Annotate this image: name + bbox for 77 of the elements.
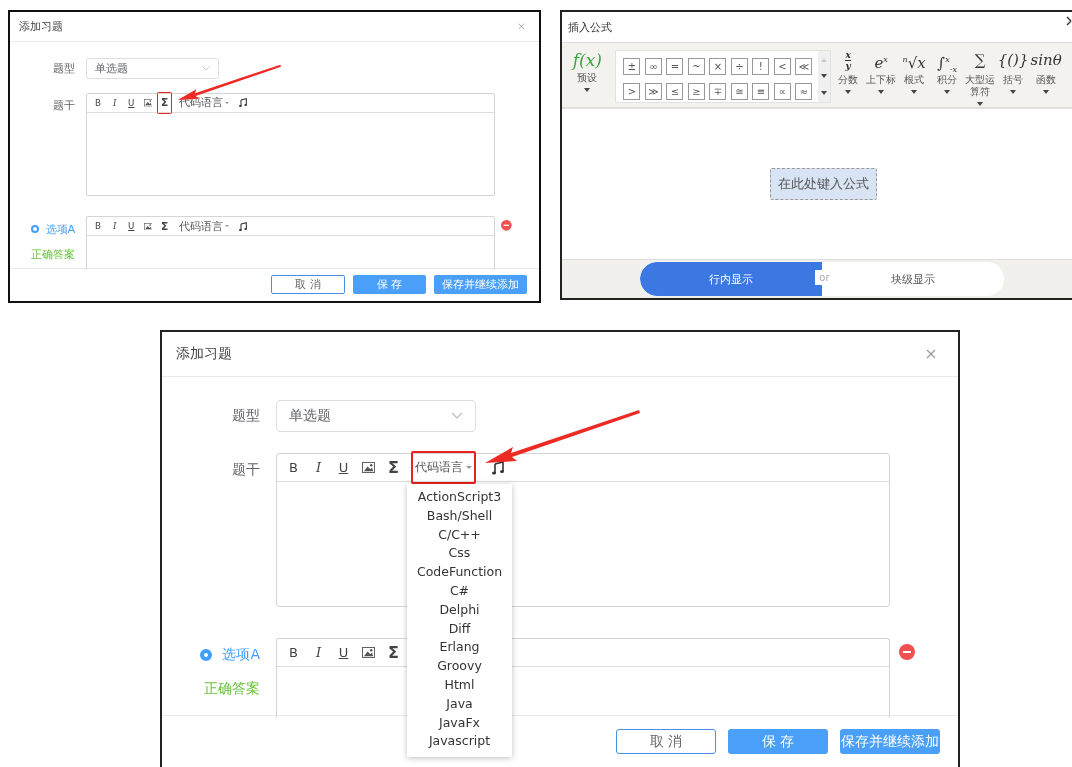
symbol-key[interactable]: ∓ bbox=[709, 82, 727, 100]
type-select[interactable]: 单选题 bbox=[276, 400, 476, 432]
symbol-key[interactable]: ≥ bbox=[687, 82, 705, 100]
symbol-key[interactable]: ~ bbox=[687, 58, 705, 75]
menu-item[interactable]: ActionScript3 bbox=[407, 488, 512, 507]
symbol-key[interactable]: ≪ bbox=[795, 58, 813, 75]
symbol-key[interactable]: ≤ bbox=[666, 82, 684, 100]
option-label: 选项A bbox=[222, 646, 260, 664]
menu-item[interactable]: Javascript bbox=[407, 732, 512, 752]
bold-button[interactable]: B bbox=[282, 641, 305, 664]
formula-category-button[interactable]: ∑ 大型运算符 bbox=[963, 50, 997, 106]
underline-button[interactable]: U bbox=[123, 95, 139, 111]
underline-button[interactable]: U bbox=[123, 218, 139, 234]
formula-category-button[interactable]: sinθ 函数 bbox=[1029, 50, 1063, 94]
italic-button[interactable]: I bbox=[106, 218, 123, 234]
remove-icon[interactable] bbox=[501, 220, 512, 231]
symbol-key[interactable]: ≅ bbox=[730, 82, 748, 100]
symbol-key[interactable]: < bbox=[773, 58, 791, 75]
formula-input-placeholder[interactable]: 在此处键入公式 bbox=[769, 168, 877, 200]
radio-button[interactable] bbox=[200, 649, 213, 661]
menu-item[interactable]: Erlang bbox=[407, 638, 512, 658]
field-label: 题干 bbox=[231, 461, 261, 479]
scroll-arrows-icon[interactable] bbox=[818, 51, 831, 102]
symbol-key[interactable]: ÷ bbox=[730, 58, 748, 75]
preset-button[interactable]: f(x) 预设 bbox=[565, 50, 610, 92]
formula-category-button[interactable]: {()} 括号 bbox=[996, 50, 1030, 94]
menu-item[interactable]: C/C++ bbox=[407, 525, 512, 545]
menu-item[interactable]: CodeFunction bbox=[407, 563, 512, 582]
italic-button[interactable]: I bbox=[307, 456, 330, 479]
symbol-key[interactable]: ! bbox=[752, 58, 770, 75]
type-select[interactable]: 单选题 bbox=[86, 57, 220, 79]
dialog-title: 插入公式 bbox=[568, 19, 613, 35]
symbol-key[interactable]: > bbox=[623, 82, 641, 100]
formula-category-button[interactable]: e$^{x}$ 上下标 bbox=[864, 50, 898, 94]
symbol-key[interactable]: = bbox=[666, 58, 684, 75]
rich-text-editor[interactable]: B I U Σ 代码语言 bbox=[86, 216, 496, 270]
formula-button[interactable]: Σ bbox=[156, 218, 173, 234]
close-icon[interactable] bbox=[1066, 16, 1072, 26]
formula-button[interactable]: Σ bbox=[382, 456, 405, 479]
symbol-key[interactable]: ∝ bbox=[773, 82, 791, 100]
menu-item[interactable]: Java bbox=[407, 694, 512, 714]
cancel-button[interactable]: 取 消 bbox=[616, 729, 716, 754]
italic-button[interactable]: I bbox=[106, 95, 123, 111]
bold-button[interactable]: B bbox=[282, 456, 305, 479]
formula-button[interactable]: Σ bbox=[382, 641, 405, 664]
symbol-key[interactable]: ∞ bbox=[644, 58, 662, 75]
dialog-title: 添加习题 bbox=[19, 19, 64, 35]
underline-button[interactable]: U bbox=[332, 456, 355, 479]
radio-button[interactable] bbox=[30, 225, 39, 234]
menu-item[interactable]: Delphi bbox=[407, 600, 512, 620]
option-label: 选项A bbox=[45, 221, 76, 237]
menu-item[interactable]: C# bbox=[407, 582, 512, 601]
symbol-key[interactable]: × bbox=[709, 58, 727, 75]
underline-button[interactable]: U bbox=[332, 641, 355, 664]
menu-item[interactable]: Html bbox=[407, 675, 512, 695]
formula-category-button[interactable]: $^{n}$√x 根式 bbox=[897, 50, 931, 94]
formula-category-button[interactable]: x y 分数 bbox=[831, 50, 865, 94]
menu-item[interactable]: Bash/Shell bbox=[407, 506, 512, 526]
menu-item[interactable]: Css bbox=[407, 544, 512, 564]
cancel-button[interactable]: 取 消 bbox=[271, 275, 345, 294]
symbol-key[interactable]: ≫ bbox=[644, 82, 662, 100]
menu-item[interactable]: Groovy bbox=[407, 657, 512, 676]
chevron-down-icon bbox=[451, 412, 463, 420]
field-label: 题型 bbox=[52, 60, 77, 76]
code-language-dropdown[interactable]: 代码语言 bbox=[176, 218, 231, 234]
dialog-title: 添加习题 bbox=[176, 345, 232, 363]
italic-button[interactable]: I bbox=[307, 641, 330, 664]
bold-button[interactable]: B bbox=[90, 218, 106, 234]
menu-item[interactable]: Diff bbox=[407, 619, 512, 639]
symbol-key[interactable]: ≈ bbox=[795, 82, 813, 100]
remove-icon[interactable] bbox=[899, 644, 915, 660]
field-label: 题干 bbox=[52, 98, 77, 114]
formula-button[interactable]: Σ bbox=[156, 92, 173, 114]
symbol-key[interactable]: ≡ bbox=[752, 82, 770, 100]
field-label: 题型 bbox=[231, 407, 261, 425]
symbol-key[interactable]: ± bbox=[623, 58, 641, 75]
bold-button[interactable]: B bbox=[90, 95, 106, 111]
